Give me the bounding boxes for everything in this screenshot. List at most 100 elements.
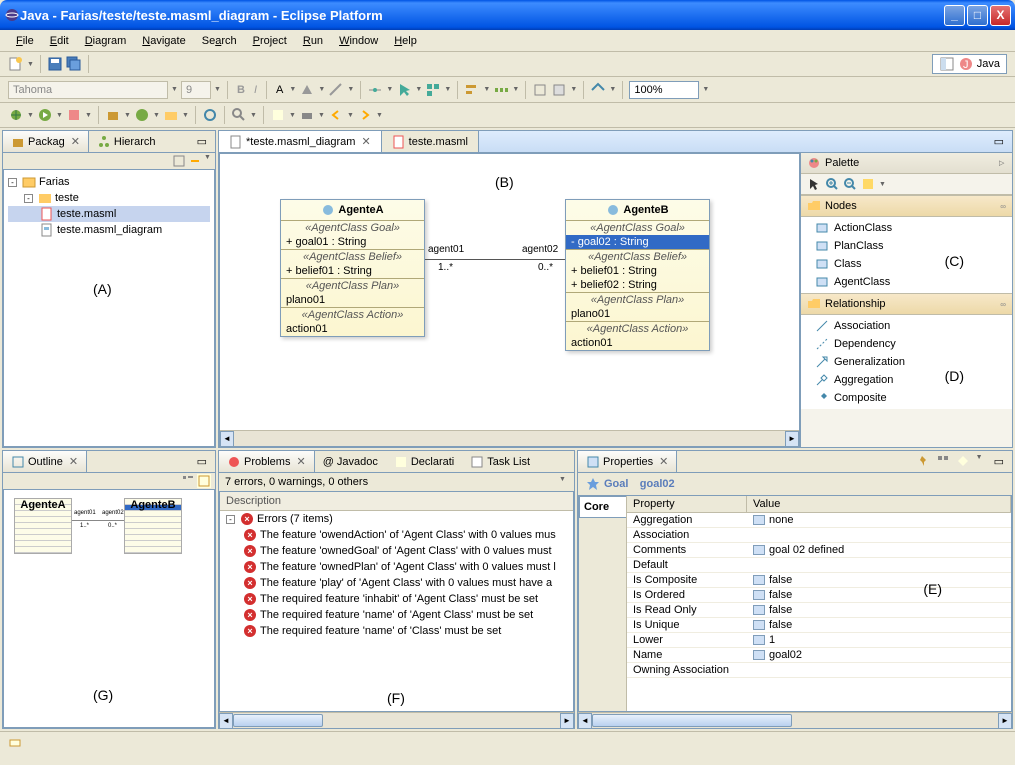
property-row[interactable]: Owning Association <box>627 663 1011 678</box>
palette-item-dependency[interactable]: Dependency <box>815 335 1006 353</box>
close-icon[interactable]: ✕ <box>659 455 668 468</box>
expand-toggle[interactable]: - <box>8 178 17 187</box>
close-icon[interactable]: ✕ <box>296 455 305 468</box>
menu-run[interactable]: Run <box>295 33 331 49</box>
hide-icon[interactable] <box>551 82 567 98</box>
nav-back-icon[interactable] <box>328 107 344 123</box>
view-menu-icon[interactable]: ▼ <box>204 154 211 168</box>
menu-window[interactable]: Window <box>331 33 386 49</box>
nav-fwd-icon[interactable] <box>357 107 373 123</box>
line-color-icon[interactable] <box>328 82 344 98</box>
scroll-left-icon[interactable]: ◄ <box>220 431 234 447</box>
close-icon[interactable]: ✕ <box>71 135 80 148</box>
property-row[interactable]: Aggregationnone <box>627 513 1011 528</box>
view-menu-icon[interactable]: ▼ <box>976 454 983 469</box>
problem-item[interactable]: ×The required feature 'inhabit' of 'Agen… <box>220 591 573 607</box>
scroll-left-icon[interactable]: ◄ <box>219 713 233 729</box>
menu-edit[interactable]: Edit <box>42 33 77 49</box>
router-icon[interactable] <box>367 82 383 98</box>
minimize-view-icon[interactable]: ▭ <box>189 131 215 152</box>
tab-properties[interactable]: Properties ✕ <box>578 451 677 472</box>
show-hide-icon[interactable] <box>590 82 606 98</box>
property-row[interactable]: Default <box>627 558 1011 573</box>
menu-navigate[interactable]: Navigate <box>134 33 193 49</box>
uml-class-agentea[interactable]: AgenteA «AgentClass Goal»+ goal01 : Stri… <box>280 199 425 337</box>
scroll-right-icon[interactable]: ► <box>560 713 574 729</box>
palette-item-agentclass[interactable]: AgentClass <box>815 273 1006 291</box>
run-last-icon[interactable] <box>66 107 82 123</box>
annotate-icon[interactable] <box>270 107 286 123</box>
dropdown-icon[interactable]: ▼ <box>214 86 221 93</box>
open-perspective-icon[interactable] <box>939 56 955 72</box>
file-label[interactable]: teste.masml <box>57 208 116 220</box>
association-line[interactable] <box>425 259 565 260</box>
scrollbar-thumb[interactable] <box>592 714 792 727</box>
problem-item[interactable]: ×The feature 'ownedPlan' of 'Agent Class… <box>220 559 573 575</box>
note-tool-icon[interactable] <box>861 177 875 191</box>
collapse-all-icon[interactable] <box>172 154 186 168</box>
arrange-icon[interactable] <box>425 82 441 98</box>
fill-color-icon[interactable] <box>299 82 315 98</box>
palette-drawer-nodes[interactable]: Nodes∞ <box>801 195 1012 217</box>
zoom-out-icon[interactable] <box>843 177 857 191</box>
open-type-icon[interactable] <box>202 107 218 123</box>
property-row[interactable]: Is Uniquefalse <box>627 618 1011 633</box>
zoom-in-icon[interactable] <box>825 177 839 191</box>
menu-search[interactable]: Search <box>194 33 245 49</box>
search-icon[interactable] <box>231 107 247 123</box>
expand-toggle[interactable]: - <box>24 194 33 203</box>
palette-item-composite[interactable]: Composite <box>815 389 1006 407</box>
close-button[interactable]: X <box>990 5 1011 26</box>
properties-tab-core[interactable]: Core <box>579 496 626 518</box>
problems-tree[interactable]: Description - × Errors (7 items) ×The fe… <box>219 491 574 712</box>
pin-icon[interactable] <box>916 454 930 468</box>
tab-javadoc[interactable]: @ Javadoc <box>315 451 386 472</box>
print-icon[interactable] <box>299 107 315 123</box>
folder-label[interactable]: teste <box>55 192 79 204</box>
scroll-left-icon[interactable]: ◄ <box>578 713 592 729</box>
property-row[interactable]: Lower1 <box>627 633 1011 648</box>
scroll-right-icon[interactable]: ► <box>998 713 1012 729</box>
minimize-view-icon[interactable]: ▭ <box>189 451 215 472</box>
scroll-right-icon[interactable]: ► <box>785 431 799 447</box>
problem-item[interactable]: ×The feature 'owendAction' of 'Agent Cla… <box>220 527 573 543</box>
save-icon[interactable] <box>47 56 63 72</box>
column-header-value[interactable]: Value <box>747 496 1011 512</box>
problem-item[interactable]: ×The required feature 'name' of 'Class' … <box>220 623 573 639</box>
menu-project[interactable]: Project <box>245 33 295 49</box>
debug-icon[interactable] <box>8 107 24 123</box>
properties-table[interactable]: Property Value AggregationnoneAssociatio… <box>627 496 1011 711</box>
editor-tab-diagram[interactable]: *teste.masml_diagram ✕ <box>219 131 382 152</box>
expand-toggle[interactable]: - <box>226 515 235 524</box>
dropdown-icon[interactable]: ▼ <box>171 86 178 93</box>
close-icon[interactable]: ✕ <box>69 455 78 468</box>
palette-item-class[interactable]: Class <box>815 255 1006 273</box>
font-color-icon[interactable]: A <box>273 84 286 96</box>
new-folder-icon[interactable] <box>163 107 179 123</box>
tab-tasklist[interactable]: Task List <box>462 451 538 472</box>
file-label[interactable]: teste.masml_diagram <box>57 224 162 236</box>
font-name-combo[interactable] <box>8 81 168 99</box>
distribute-icon[interactable] <box>493 82 509 98</box>
scrollbar-thumb[interactable] <box>233 714 323 727</box>
property-row[interactable]: Namegoal02 <box>627 648 1011 663</box>
property-row[interactable]: Association <box>627 528 1011 543</box>
close-icon[interactable]: ✕ <box>361 135 370 148</box>
font-size-combo[interactable] <box>181 81 211 99</box>
palette-drawer-relationship[interactable]: Relationship∞ <box>801 293 1012 315</box>
problem-item[interactable]: ×The feature 'ownedGoal' of 'Agent Class… <box>220 543 573 559</box>
tab-hierarchy[interactable]: Hierarch <box>89 131 164 152</box>
property-row[interactable]: Is Read Onlyfalse <box>627 603 1011 618</box>
bold-icon[interactable]: B <box>234 84 248 96</box>
view-menu-icon[interactable]: ▼ <box>559 476 566 483</box>
problems-group[interactable]: Errors (7 items) <box>257 513 333 525</box>
tab-declaration[interactable]: Declarati <box>386 451 462 472</box>
maximize-button[interactable]: □ <box>967 5 988 26</box>
problems-column-header[interactable]: Description <box>220 492 573 511</box>
selected-attribute[interactable]: - goal02 : String <box>566 235 709 249</box>
new-class-icon[interactable] <box>134 107 150 123</box>
tab-outline[interactable]: Outline ✕ <box>3 451 87 472</box>
autosize-icon[interactable] <box>532 82 548 98</box>
tab-problems[interactable]: Problems ✕ <box>219 451 315 472</box>
run-icon[interactable] <box>37 107 53 123</box>
